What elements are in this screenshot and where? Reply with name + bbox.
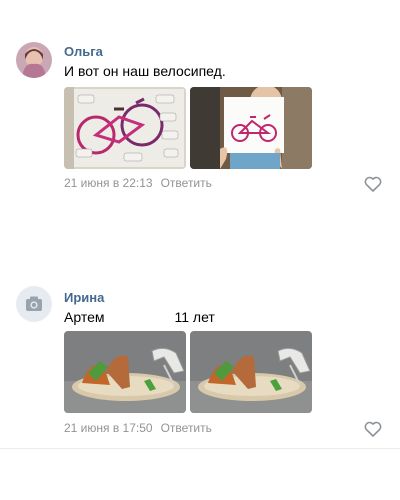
avatar[interactable] [16,286,52,322]
attached-photo[interactable] [64,331,186,413]
reply-button[interactable]: Ответить [161,421,212,435]
attached-photo[interactable] [190,331,312,413]
comment-divider [0,448,400,449]
comment-date: 21 июня в 17:50 [64,421,153,435]
heart-outline-icon[interactable] [364,421,382,437]
sandal-craft-photo [190,331,312,413]
comment-meta: 21 июня в 17:50 Ответить [64,421,212,435]
comment-text: Артем 11 лет [64,309,215,325]
sandal-craft-photo [64,331,186,413]
camera-icon [26,296,42,311]
comment-irina: Ирина Артем 11 лет 21 июня в 17:50 Ответ… [0,0,400,460]
comment-author[interactable]: Ирина [64,290,104,305]
